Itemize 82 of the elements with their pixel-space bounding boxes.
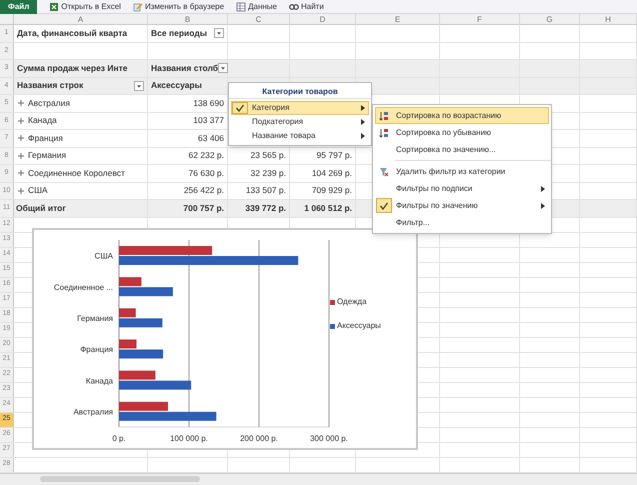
menu-item[interactable]: Категория (231, 101, 369, 115)
column-header[interactable]: D (320, 14, 326, 26)
legend-label: Аксессуары (337, 320, 381, 332)
menu-title: Категории товаров (229, 85, 371, 99)
menu-item[interactable]: Название товара (231, 129, 369, 143)
checkmark-icon (235, 103, 245, 113)
menu-item[interactable]: Сортировка по значению... (375, 141, 549, 158)
column-header[interactable]: E (394, 14, 400, 26)
filter-dropdown-button[interactable] (134, 80, 144, 91)
row-label: Германия (28, 149, 66, 162)
column-header[interactable]: B (184, 14, 190, 26)
cell-text: Сумма продаж через Инте (17, 62, 128, 75)
checkmark-icon (379, 200, 389, 210)
value-cell: 1 060 512 р. (304, 202, 352, 215)
value-cell: 32 239 р. (250, 166, 286, 180)
row-label: Канада (28, 114, 57, 128)
category-label: Соединенное ... (54, 282, 113, 292)
column-header[interactable]: G (546, 14, 553, 26)
expand-icon (16, 116, 26, 126)
column-header[interactable]: H (605, 14, 611, 26)
legend-label: Одежда (337, 296, 367, 308)
cell-text: Названия столб (151, 62, 218, 75)
data-button[interactable]: Данные (236, 0, 277, 12)
filter-dropdown-button[interactable] (214, 28, 224, 38)
menu-item[interactable]: Сортировка по возрастанию (375, 107, 549, 124)
category-label: Канада (86, 376, 113, 386)
category-label: Германия (77, 314, 113, 323)
tick-label: 100 000 р. (170, 434, 208, 443)
file-tab[interactable]: Файл (0, 0, 38, 14)
tick-label: 200 000 р. (240, 434, 278, 443)
clear-filter-icon (379, 166, 389, 176)
column-header[interactable]: A (78, 14, 84, 26)
pencil-icon (132, 2, 143, 12)
expand-icon (16, 98, 26, 108)
row-label: США (28, 184, 48, 198)
cell-text: Дата, финансовый кварта (17, 26, 128, 40)
value-cell: 62 232 р. (188, 149, 224, 162)
sort-ascending-icon (379, 110, 389, 120)
value-cell: 138 690 (193, 96, 224, 110)
binoculars-icon (288, 2, 299, 12)
value-cell: 133 507 р. (246, 184, 286, 198)
category-label: США (94, 252, 113, 261)
open-in-excel-button[interactable]: Открыть в Excel (49, 0, 121, 12)
cell-text: Все периоды (151, 26, 207, 40)
category-label: Франция (80, 345, 113, 354)
value-cell: 104 269 р. (312, 166, 352, 180)
expand-icon (16, 133, 26, 144)
category-label: Австралия (73, 407, 113, 416)
horizontal-scrollbar[interactable] (0, 472, 637, 484)
menu-item[interactable]: Фильтр... (375, 214, 549, 231)
tick-label: 0 р. (112, 434, 126, 443)
row-label: Австралия (28, 96, 70, 110)
scrollbar-thumb[interactable] (40, 476, 200, 482)
value-cell: 103 377 (193, 114, 224, 128)
value-cell: 63 406 (198, 132, 224, 145)
cell-text: Названия строк (17, 79, 84, 92)
column-header[interactable]: F (477, 14, 482, 26)
row-label: Франция (28, 132, 63, 145)
value-cell: 709 929 р. (312, 184, 352, 198)
find-button[interactable]: Найти (288, 0, 324, 12)
sort-descending-icon (379, 128, 389, 138)
row-label: Общий итог (16, 202, 66, 215)
tick-label: 300 000 р. (310, 434, 348, 443)
expand-icon (16, 150, 26, 161)
value-cell: 700 757 р. (183, 202, 224, 215)
value-cell: 339 772 р. (245, 202, 286, 215)
menu-item[interactable]: Подкатегория (231, 115, 369, 129)
expand-icon (16, 168, 26, 178)
value-cell: 95 797 р. (316, 149, 352, 162)
cell-text: Аксессуары (151, 79, 202, 92)
edit-in-browser-button[interactable]: Изменить в браузере (132, 0, 224, 12)
value-cell: 23 565 р. (250, 149, 286, 162)
expand-icon (16, 186, 26, 196)
menu-item[interactable]: Фильтры по подписи (375, 180, 549, 197)
menu-item[interactable]: Сортировка по убыванию (375, 124, 549, 141)
filter-dropdown-button[interactable] (218, 63, 228, 74)
menu-item[interactable]: Удалить фильтр из категории (375, 163, 549, 180)
menu-item[interactable]: Фильтры по значению (375, 197, 549, 214)
value-cell: 76 630 р. (188, 166, 224, 180)
column-header[interactable]: C (256, 14, 262, 26)
value-cell: 256 422 р. (184, 184, 224, 198)
row-label: Соединенное Королевст (28, 166, 125, 180)
